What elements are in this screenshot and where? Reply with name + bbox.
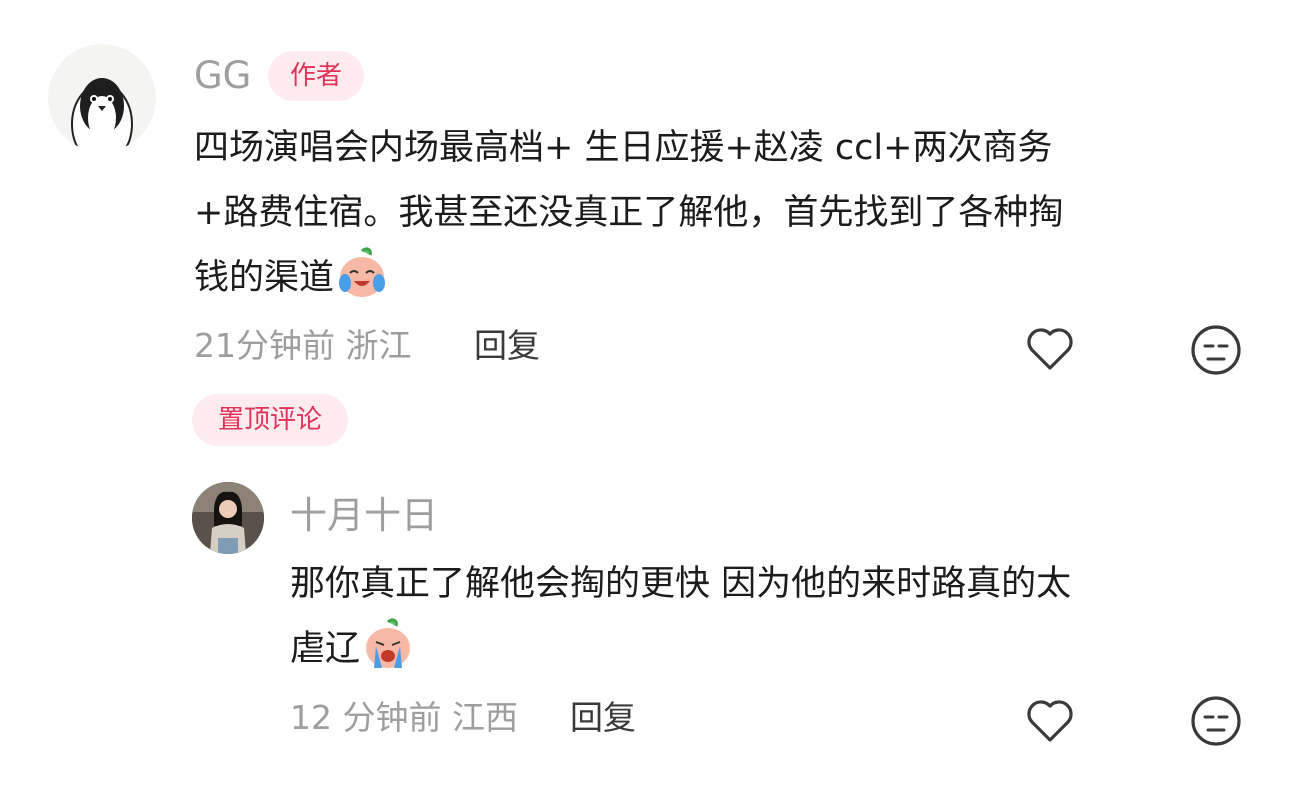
avatar[interactable] — [192, 482, 264, 554]
avatar[interactable] — [48, 44, 156, 152]
reply-text-segment: 虐辽 — [290, 629, 361, 669]
heart-outline-icon[interactable] — [1022, 320, 1078, 376]
reply-meta: 12 分钟前 江西 — [290, 698, 518, 738]
pinned-comment-badge: 置顶评论 — [192, 394, 348, 446]
reply-text-line: 那你真正了解他会掏的更快 因为他的来时路真的太 — [290, 564, 1072, 604]
crying-peach-emoji-icon — [362, 618, 414, 670]
unamused-face-icon[interactable] — [1188, 693, 1244, 749]
comment-text-line: 四场演唱会内场最高档+ 生日应援+赵凌 ccl+两次商务 — [194, 128, 1053, 168]
comment-username[interactable]: GG — [194, 54, 251, 98]
heart-outline-icon[interactable] — [1022, 692, 1078, 748]
comment-location: 浙江 — [345, 326, 412, 365]
comment-text-segment: 钱的渠道 — [194, 258, 335, 298]
reply-button[interactable]: 回复 — [570, 698, 636, 738]
unamused-face-icon[interactable] — [1188, 322, 1244, 378]
reply-button[interactable]: 回复 — [474, 326, 540, 366]
reply-time: 12 分钟前 — [290, 698, 442, 737]
comment-meta: 21分钟前 浙江 — [194, 326, 412, 366]
comment-text-line-last: 钱的渠道 — [194, 246, 1254, 311]
penguin-avatar-icon — [71, 78, 133, 152]
reply-username[interactable]: 十月十日 — [290, 494, 438, 538]
reply-text: 那你真正了解他会掏的更快 因为他的来时路真的太 虐辽 — [290, 552, 1250, 682]
author-badge: 作者 — [268, 51, 364, 101]
reply-text-line-last: 虐辽 — [290, 617, 1250, 682]
user-photo-avatar-icon — [192, 482, 264, 554]
crying-laughing-peach-emoji-icon — [336, 247, 388, 299]
comment-time: 21分钟前 — [194, 326, 335, 365]
comment-text-line: +路费住宿。我甚至还没真正了解他，首先找到了各种掏 — [194, 193, 1064, 233]
comment-text: 四场演唱会内场最高档+ 生日应援+赵凌 ccl+两次商务 +路费住宿。我甚至还没… — [194, 116, 1254, 311]
reply-location: 江西 — [451, 698, 518, 737]
